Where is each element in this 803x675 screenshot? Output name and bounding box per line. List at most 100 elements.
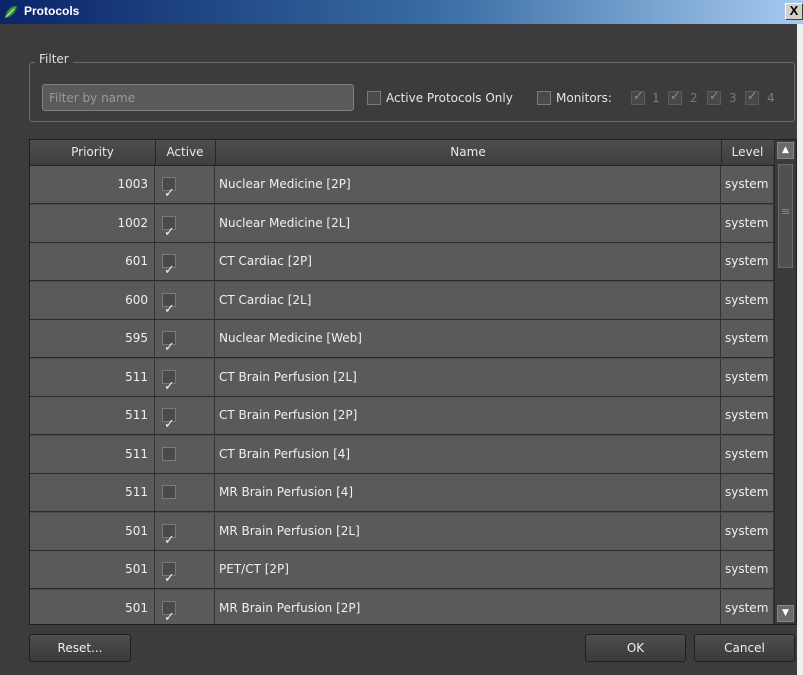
active-checkbox[interactable] — [162, 214, 176, 251]
active-checkbox[interactable] — [162, 291, 176, 328]
name-cell: CT Cardiac [2P] — [215, 243, 721, 280]
column-header-active[interactable]: Active — [155, 140, 216, 165]
protocols-table: Priority Active Name Level 1003 Nuclear M… — [29, 139, 797, 625]
name-cell: MR Brain Perfusion [4] — [215, 474, 721, 511]
active-checkbox[interactable] — [162, 406, 176, 443]
table-row[interactable]: 501 MR Brain Perfusion [2P]system — [30, 589, 774, 624]
priority-cell: 1003 — [30, 166, 155, 203]
column-header-priority[interactable]: Priority — [30, 140, 156, 165]
priority-cell: 511 — [30, 397, 155, 434]
protocols-dialog: Protocols X Filter Active Protocols Only… — [0, 0, 803, 675]
column-header-level[interactable]: Level — [721, 140, 775, 165]
name-cell: PET/CT [2P] — [215, 551, 721, 588]
column-header-name[interactable]: Name — [215, 140, 722, 165]
table-row[interactable]: 511 CT Brain Perfusion [2L]system — [30, 358, 774, 405]
close-button[interactable]: X — [785, 3, 803, 20]
level-cell: system — [721, 166, 774, 203]
active-checkbox[interactable] — [162, 446, 176, 461]
name-cell: CT Brain Perfusion [2P] — [215, 397, 721, 434]
name-cell: CT Brain Perfusion [4] — [215, 435, 721, 473]
monitor-1-checkbox[interactable] — [631, 89, 645, 105]
table-row[interactable]: 501 PET/CT [2P]system — [30, 551, 774, 597]
monitor-3-checkbox[interactable] — [707, 89, 721, 105]
app-leaf-icon — [4, 5, 18, 19]
name-cell: CT Cardiac [2L] — [215, 281, 721, 319]
priority-cell: 601 — [30, 243, 155, 280]
scroll-up-arrow-icon[interactable]: ▲ — [777, 142, 794, 159]
table-row[interactable]: 601 CT Cardiac [2P]system — [30, 243, 774, 289]
priority-cell: 511 — [30, 474, 155, 511]
table-header: Priority Active Name Level — [30, 140, 796, 166]
name-cell: CT Brain Perfusion [2L] — [215, 358, 721, 396]
name-cell: MR Brain Perfusion [2L] — [215, 512, 721, 550]
name-cell: MR Brain Perfusion [2P] — [215, 589, 721, 624]
active-cell — [155, 512, 215, 559]
filter-by-name-input[interactable] — [42, 84, 354, 111]
table-row[interactable]: 511 CT Brain Perfusion [4] system — [30, 435, 774, 474]
monitor-2-label: 2 — [690, 91, 698, 105]
table-row[interactable]: 1002 Nuclear Medicine [2L]system — [30, 204, 774, 251]
active-cell — [155, 166, 215, 212]
active-only-label: Active Protocols Only — [386, 91, 513, 105]
active-cell — [155, 281, 215, 328]
active-cell — [155, 243, 215, 289]
active-checkbox[interactable] — [162, 368, 176, 405]
active-cell — [155, 204, 215, 251]
active-cell — [155, 397, 215, 443]
table-row[interactable]: 511 CT Brain Perfusion [2P]system — [30, 397, 774, 443]
monitor-4-label: 4 — [767, 91, 775, 105]
table-row[interactable]: 1003 Nuclear Medicine [2P]system — [30, 166, 774, 212]
active-cell — [155, 435, 215, 473]
level-cell: system — [721, 397, 774, 434]
filter-legend: Filter — [35, 52, 73, 66]
active-only-checkbox[interactable] — [367, 91, 381, 105]
scroll-down-arrow-icon[interactable]: ▼ — [777, 605, 794, 622]
name-cell: Nuclear Medicine [Web] — [215, 320, 721, 357]
monitor-3-label: 3 — [729, 91, 737, 105]
active-checkbox[interactable] — [162, 485, 176, 499]
title-bar[interactable]: Protocols X — [0, 0, 803, 24]
table-row[interactable]: 501 MR Brain Perfusion [2L]system — [30, 512, 774, 559]
priority-cell: 501 — [30, 589, 155, 624]
level-cell: system — [721, 320, 774, 357]
active-cell — [155, 320, 215, 366]
active-cell — [155, 474, 215, 511]
priority-cell: 595 — [30, 320, 155, 357]
active-cell — [155, 358, 215, 405]
table-row[interactable]: 595 Nuclear Medicine [Web]system — [30, 320, 774, 366]
monitor-4-checkbox[interactable] — [745, 89, 759, 105]
ok-button[interactable]: OK — [585, 634, 686, 662]
active-checkbox[interactable] — [162, 599, 176, 624]
level-cell: system — [721, 358, 774, 396]
level-cell: system — [721, 474, 774, 511]
monitors-checkbox[interactable] — [537, 91, 551, 105]
level-cell: system — [721, 589, 774, 624]
name-cell: Nuclear Medicine [2P] — [215, 166, 721, 203]
monitor-1-label: 1 — [652, 91, 660, 105]
name-cell: Nuclear Medicine [2L] — [215, 204, 721, 242]
priority-cell: 501 — [30, 512, 155, 550]
table-row[interactable]: 511 MR Brain Perfusion [4] system — [30, 474, 774, 512]
level-cell: system — [721, 204, 774, 242]
active-checkbox[interactable] — [162, 252, 176, 289]
active-checkbox[interactable] — [162, 175, 176, 212]
window-title: Protocols — [24, 4, 80, 18]
cancel-button[interactable]: Cancel — [694, 634, 795, 662]
level-cell: system — [721, 243, 774, 280]
reset-button[interactable]: Reset... — [29, 634, 131, 662]
level-cell: system — [721, 435, 774, 473]
active-checkbox[interactable] — [162, 329, 176, 366]
table-row[interactable]: 600 CT Cardiac [2L]system — [30, 281, 774, 328]
active-checkbox[interactable] — [162, 560, 176, 597]
priority-cell: 511 — [30, 435, 155, 473]
active-checkbox[interactable] — [162, 522, 176, 559]
priority-cell: 501 — [30, 551, 155, 588]
level-cell: system — [721, 512, 774, 550]
vertical-scrollbar[interactable]: ▲ ▼ — [774, 140, 796, 624]
monitor-2-checkbox[interactable] — [668, 89, 682, 105]
level-cell: system — [721, 551, 774, 588]
monitors-label: Monitors: — [556, 91, 612, 105]
scrollbar-thumb[interactable] — [778, 164, 793, 268]
level-cell: system — [721, 281, 774, 319]
priority-cell: 1002 — [30, 204, 155, 242]
